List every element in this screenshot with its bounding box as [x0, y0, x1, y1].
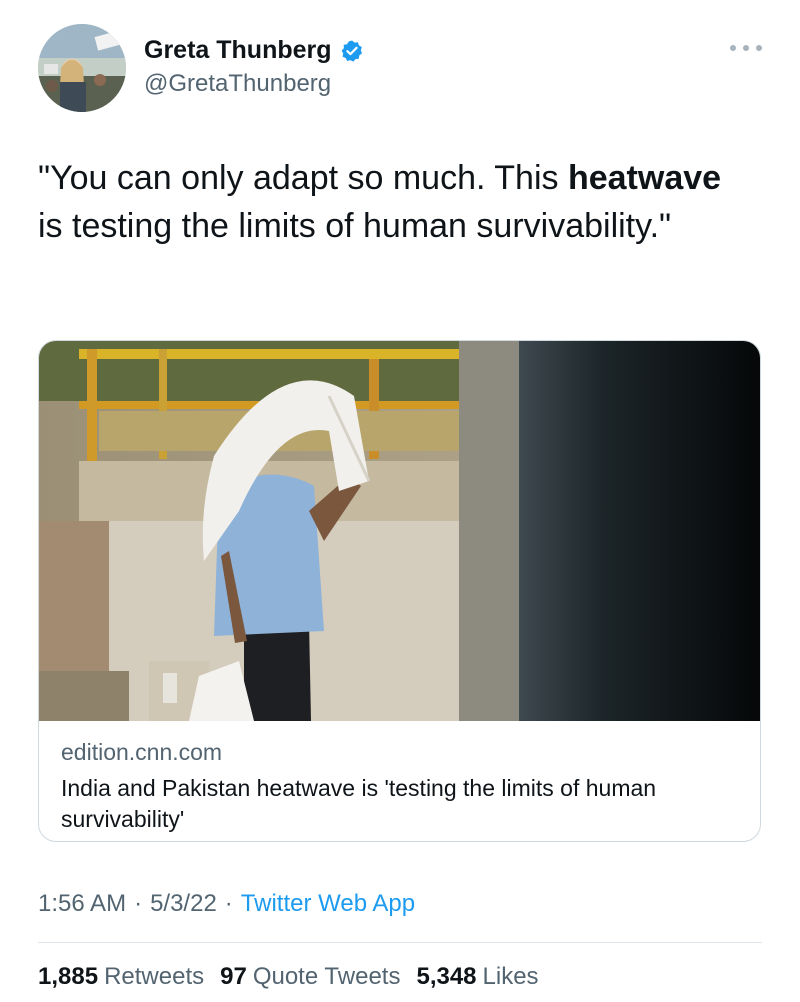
card-title[interactable]: India and Pakistan heatwave is 'testing … [61, 773, 721, 835]
tweet-text: "You can only adapt so much. This heatwa… [38, 154, 738, 250]
meta-separator: · [134, 890, 143, 917]
more-dot [756, 45, 762, 51]
quote-tweets-stat[interactable]: 97 Quote Tweets [220, 963, 400, 991]
tweet-text-bold: heatwave [567, 159, 722, 197]
card-domain: edition.cnn.com [61, 739, 223, 765]
link-card[interactable]: edition.cnn.com India and Pakistan heatw… [38, 340, 761, 842]
author-handle[interactable]: @GretaThunberg [144, 70, 331, 98]
tweet-meta: 1:56 AM · 5/3/22 · Twitter Web App [38, 890, 415, 918]
tweet-text-start: "You can only adapt so much. This [38, 159, 568, 197]
avatar-image [38, 24, 126, 112]
more-dot [730, 45, 736, 51]
divider [38, 942, 762, 943]
author-display-name[interactable]: Greta Thunberg [144, 36, 332, 65]
likes-label: Likes [482, 963, 539, 990]
tweet-text-end: is testing the limits of human survivabi… [38, 207, 672, 245]
tweet-date[interactable]: 5/3/22 [150, 890, 217, 918]
likes-stat[interactable]: 5,348 Likes [416, 963, 538, 991]
retweets-stat[interactable]: 1,885 Retweets [38, 963, 204, 991]
likes-count: 5,348 [416, 963, 477, 990]
tweet-time[interactable]: 1:56 AM [38, 890, 126, 918]
retweets-count: 1,885 [38, 963, 99, 990]
quote-tweets-label: Quote Tweets [252, 963, 401, 990]
verified-badge-icon [340, 39, 364, 63]
meta-separator: · [224, 890, 233, 917]
card-image[interactable] [39, 341, 761, 721]
retweets-label: Retweets [104, 963, 205, 990]
more-dot [743, 45, 749, 51]
tweet-source-app[interactable]: Twitter Web App [241, 890, 415, 918]
quote-tweets-count: 97 [220, 963, 247, 990]
author-name-row[interactable]: Greta Thunberg [144, 36, 364, 65]
more-options-icon[interactable] [730, 38, 762, 58]
author-avatar[interactable] [38, 24, 126, 112]
tweet-stats: 1,885 Retweets 97 Quote Tweets 5,348 Lik… [38, 963, 539, 991]
